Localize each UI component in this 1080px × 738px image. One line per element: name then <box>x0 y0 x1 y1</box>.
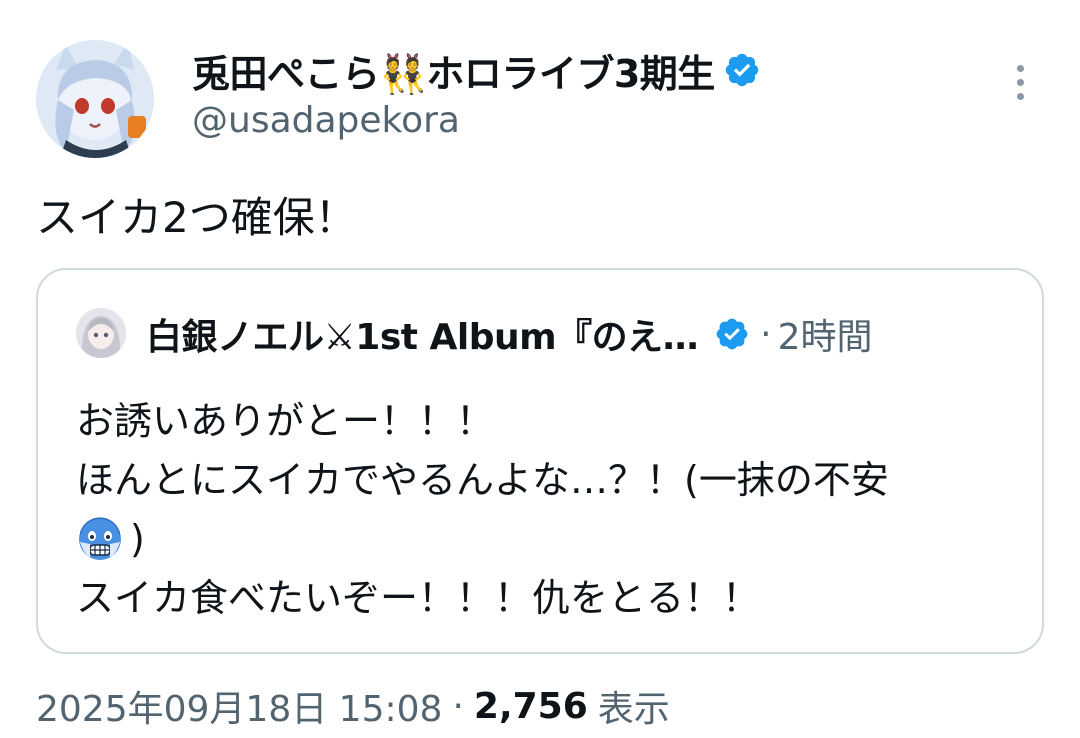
quoted-display-name[interactable]: 白銀ノエル⚔1st Album『のえ… <box>146 308 699 360</box>
tweet-timestamp[interactable]: 2025年09月18日 15:08 <box>36 680 442 732</box>
header-separator: · <box>760 313 772 355</box>
views-count[interactable]: 2,756 <box>474 686 588 727</box>
tweet-text: スイカ2つ確保！ <box>36 193 357 242</box>
quoted-tweet-text: お誘いありがとー！！！ ほんとにスイカでやるんよな…？！(一抹の不安 ) スイカ… <box>76 392 1016 628</box>
quoted-text-line: ほんとにスイカでやるんよな…？！(一抹の不安 <box>76 458 889 502</box>
meta-separator: · <box>452 685 464 727</box>
verified-badge-icon <box>716 318 748 350</box>
author-name-row[interactable]: 兎田ぺこら👯ホロライブ3期生 <box>192 44 761 96</box>
more-vertical-icon <box>1016 64 1024 72</box>
quoted-text-line: お誘いありがとー！！！ <box>76 399 495 443</box>
quoted-author-avatar[interactable] <box>76 308 126 358</box>
views-label[interactable]: 表示 <box>598 680 670 732</box>
quoted-text-line: スイカ食べたいぞー！！！仇をとる！！ <box>76 576 761 620</box>
quoted-text-tail: ) <box>130 517 145 561</box>
quoted-timestamp[interactable]: 2時間 <box>778 308 873 360</box>
tweet-meta: 2025年09月18日 15:08 · 2,756 表示 <box>36 680 670 732</box>
author-avatar[interactable] <box>36 40 154 158</box>
more-dot <box>1016 78 1024 86</box>
more-options-button[interactable] <box>1000 62 1040 102</box>
author-handle[interactable]: @usadapekora <box>192 100 460 141</box>
author-display-name[interactable]: 兎田ぺこら👯ホロライブ3期生 <box>192 43 715 98</box>
quoted-header: 白銀ノエル⚔1st Album『のえ… · 2時間 <box>146 308 872 360</box>
quoted-tweet-card[interactable]: 白銀ノエル⚔1st Album『のえ… · 2時間 お誘いありがとー！！！ ほん… <box>36 268 1044 654</box>
fearful-face-emoji-icon <box>79 517 121 560</box>
tweet: 兎田ぺこら👯ホロライブ3期生 @usadapekora スイカ2つ確保！ 白銀ノ… <box>0 0 1080 738</box>
quoted-text-line-emoji: ) <box>76 510 1016 569</box>
more-dot <box>1016 92 1024 100</box>
verified-badge-icon <box>725 53 758 87</box>
